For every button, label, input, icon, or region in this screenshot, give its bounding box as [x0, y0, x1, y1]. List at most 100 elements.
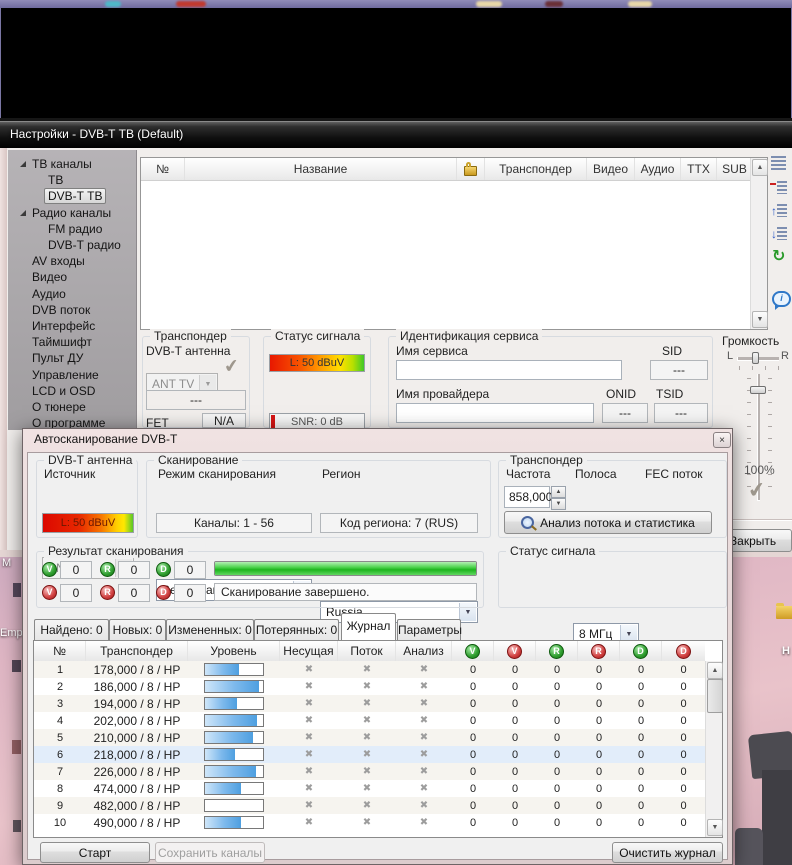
- desktop-icon-label[interactable]: Emp: [0, 627, 23, 639]
- log-col-header[interactable]: Транспондер: [86, 641, 188, 661]
- log-col-badge-header[interactable]: R: [578, 641, 620, 661]
- tab-item[interactable]: Измененных: 0: [166, 619, 254, 640]
- channel-table-scrollbar[interactable]: ▲ ▼: [750, 158, 767, 329]
- tab-item[interactable]: Потерянных: 0: [254, 619, 339, 640]
- desktop-icon-label[interactable]: M: [2, 557, 11, 569]
- sidebar-item[interactable]: LCD и OSD: [8, 383, 137, 399]
- desktop-screen: { "desktop": { "left_label_1": "M", "lef…: [0, 0, 792, 865]
- table-row[interactable]: 5210,000 / 8 / HP✖✖✖000000: [34, 729, 705, 746]
- log-col-badge-header[interactable]: D: [662, 641, 705, 661]
- col-name[interactable]: Название: [185, 158, 457, 180]
- sidebar-item[interactable]: ТВ: [8, 172, 137, 188]
- log-table-scrollbar[interactable]: ▲ ▼: [705, 661, 722, 837]
- tree-expanded-icon[interactable]: [20, 161, 26, 167]
- frequency-input[interactable]: 858,000: [504, 486, 550, 508]
- sidebar-item[interactable]: Радио каналы: [8, 205, 137, 221]
- tree-expanded-icon[interactable]: [20, 210, 26, 216]
- col-number[interactable]: №: [141, 158, 185, 180]
- sidebar-item[interactable]: AV входы: [8, 253, 137, 269]
- scrollbar-thumb[interactable]: [707, 679, 723, 713]
- spin-down-icon[interactable]: ▼: [551, 498, 566, 510]
- sidebar-item[interactable]: FM радио: [8, 221, 137, 237]
- desktop-icon[interactable]: [13, 820, 21, 832]
- table-row[interactable]: 4202,000 / 8 / HP✖✖✖000000: [34, 712, 705, 729]
- col-sub[interactable]: SUB: [717, 158, 752, 180]
- sidebar-item[interactable]: DVB-T радио: [8, 237, 137, 253]
- scroll-up-icon[interactable]: ▲: [707, 662, 723, 679]
- badge-d-red-icon: D: [676, 644, 691, 659]
- remove-channel-button[interactable]: [771, 181, 791, 197]
- move-channel-down-button[interactable]: ↓: [771, 227, 792, 243]
- level-bar-fill: [205, 783, 241, 794]
- sidebar-item[interactable]: ТВ каналы: [8, 156, 137, 172]
- log-col-header[interactable]: Несущая: [280, 641, 338, 661]
- cell-count: 0: [620, 729, 662, 746]
- sidebar-item[interactable]: Управление: [8, 367, 137, 383]
- spin-up-icon[interactable]: ▲: [551, 486, 566, 498]
- log-col-badge-header[interactable]: V: [494, 641, 536, 661]
- sidebar-item[interactable]: DVB-T ТВ: [8, 188, 137, 204]
- col-video[interactable]: Видео: [587, 158, 635, 180]
- tab-item[interactable]: Параметры: [397, 619, 461, 640]
- table-row[interactable]: 2186,000 / 8 / HP✖✖✖000000: [34, 678, 705, 695]
- table-row[interactable]: 6218,000 / 8 / HP✖✖✖000000: [34, 746, 705, 763]
- col-lock[interactable]: [457, 158, 485, 180]
- close-icon[interactable]: ×: [713, 432, 731, 448]
- tab-log-active[interactable]: Журнал: [341, 613, 396, 640]
- scan-log-table[interactable]: №ТранспондерУровеньНесущаяПотокАнализVVR…: [33, 640, 723, 838]
- service-name-field[interactable]: [396, 360, 622, 380]
- balance-slider-thumb[interactable]: [752, 352, 759, 364]
- save-channels-button[interactable]: Сохранить каналы: [155, 842, 265, 863]
- tab-item[interactable]: Новых: 0: [109, 619, 166, 640]
- desktop-icon[interactable]: [13, 583, 21, 597]
- start-scan-button[interactable]: Старт: [40, 842, 150, 863]
- scroll-down-icon[interactable]: ▼: [752, 311, 768, 328]
- provider-name-field[interactable]: [396, 403, 594, 423]
- desktop-folder-icon[interactable]: [776, 606, 792, 619]
- settings-window-titlebar[interactable]: Настройки - DVB-T ТВ (Default): [0, 121, 792, 148]
- sidebar-item[interactable]: О тюнере: [8, 399, 137, 415]
- rescan-button[interactable]: ↻: [772, 249, 785, 265]
- log-col-header[interactable]: Уровень: [188, 641, 280, 661]
- volume-slider-thumb[interactable]: [750, 386, 766, 394]
- desktop-icon[interactable]: [12, 740, 21, 754]
- table-row[interactable]: 7226,000 / 8 / HP✖✖✖000000: [34, 763, 705, 780]
- scroll-down-icon[interactable]: ▼: [707, 819, 723, 836]
- col-ttx[interactable]: TTX: [681, 158, 717, 180]
- list-icon: [771, 156, 786, 170]
- sidebar-item[interactable]: DVB поток: [8, 302, 137, 318]
- desktop-icon[interactable]: [12, 660, 21, 672]
- sidebar-item[interactable]: Пульт ДУ: [8, 350, 137, 366]
- col-audio[interactable]: Аудио: [635, 158, 681, 180]
- antenna-check-icon[interactable]: ✔: [223, 355, 241, 378]
- sidebar-item[interactable]: Аудио: [8, 286, 137, 302]
- move-channel-up-button[interactable]: ↑: [771, 204, 792, 220]
- log-col-badge-header[interactable]: D: [620, 641, 662, 661]
- log-col-badge-header[interactable]: R: [536, 641, 578, 661]
- scroll-up-icon[interactable]: ▲: [752, 159, 768, 176]
- log-col-badge-header[interactable]: V: [452, 641, 494, 661]
- sidebar-item[interactable]: Интерфейс: [8, 318, 137, 334]
- analyze-stream-button[interactable]: Анализ потока и статистика: [504, 511, 712, 534]
- channel-info-button[interactable]: i: [772, 291, 791, 307]
- table-row[interactable]: 10490,000 / 8 / HP✖✖✖000000: [34, 814, 705, 831]
- sidebar-item[interactable]: Таймшифт: [8, 334, 137, 350]
- log-col-header[interactable]: №: [34, 641, 86, 661]
- log-col-header[interactable]: Поток: [338, 641, 396, 661]
- table-row[interactable]: 1178,000 / 8 / HP✖✖✖000000: [34, 661, 705, 678]
- table-row[interactable]: 8474,000 / 8 / HP✖✖✖000000: [34, 780, 705, 797]
- clear-log-button[interactable]: Очистить журнал: [612, 842, 723, 863]
- sidebar-item[interactable]: Видео: [8, 269, 137, 285]
- channel-list-icon[interactable]: [771, 156, 791, 172]
- channel-table[interactable]: № Название Транспондер Видео Аудио TTX S…: [140, 157, 768, 330]
- tab-item[interactable]: Найдено: 0: [34, 619, 109, 640]
- badge-v-red-icon: V: [507, 644, 522, 659]
- table-row[interactable]: 9482,000 / 8 / HP✖✖✖000000: [34, 797, 705, 814]
- log-col-header[interactable]: Анализ: [396, 641, 452, 661]
- volume-check-icon[interactable]: ✔: [746, 477, 767, 504]
- cell-stream: ✖: [338, 678, 396, 695]
- col-transponder[interactable]: Транспондер: [485, 158, 587, 180]
- cell-count: 0: [452, 661, 494, 678]
- frequency-spinner[interactable]: ▲ ▼: [551, 486, 566, 510]
- table-row[interactable]: 3194,000 / 8 / HP✖✖✖000000: [34, 695, 705, 712]
